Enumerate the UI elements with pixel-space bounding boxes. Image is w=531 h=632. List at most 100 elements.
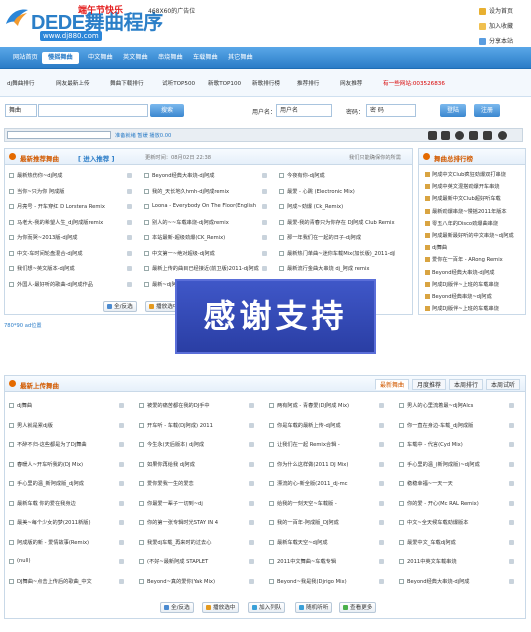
song-link[interactable]: 最新车载 你的爱在我身边 xyxy=(17,500,117,507)
song-checkbox[interactable] xyxy=(399,559,404,564)
song-checkbox[interactable] xyxy=(399,481,404,486)
add-song-icon[interactable] xyxy=(119,520,124,525)
add-song-icon[interactable] xyxy=(509,559,514,564)
song-checkbox[interactable] xyxy=(9,235,14,240)
ranking-item[interactable]: Beyond经典串烧~dj阿成 xyxy=(425,293,529,300)
song-checkbox[interactable] xyxy=(139,461,144,467)
song-link[interactable]: 别人的~~车载串烧-dj阿成remix xyxy=(152,219,260,226)
song-checkbox[interactable] xyxy=(139,442,144,447)
subnav-latest-upload[interactable]: 网友最新上传 xyxy=(56,79,90,87)
song-checkbox[interactable] xyxy=(399,442,404,447)
add-favorite-link[interactable]: 加入收藏 xyxy=(479,21,513,30)
song-link[interactable]: 手心里的温_(新阿成版)~dj阿成 xyxy=(407,461,507,468)
ranking-item[interactable]: 阿成中文Club疯狂劲爆双打串烧 xyxy=(425,171,529,178)
song-checkbox[interactable] xyxy=(399,461,404,467)
subnav-recommend-rank[interactable]: 推荐排行 xyxy=(297,79,319,87)
song-link[interactable]: 最爱中文_车载dj阿成 xyxy=(407,539,507,546)
add-to-queue-button[interactable]: 加入列队 xyxy=(248,602,286,613)
add-song-icon[interactable] xyxy=(509,442,514,447)
song-checkbox[interactable] xyxy=(144,188,149,194)
ranking-item[interactable]: 阿成最新中文Club超好听车载 xyxy=(425,195,529,202)
song-link[interactable]: 被爱的痛苦都在我的DJ手中 xyxy=(147,402,247,409)
song-link[interactable]: 阿成~劲爆 (Ck_Remix) xyxy=(287,203,395,210)
add-song-icon[interactable] xyxy=(379,461,384,467)
song-link[interactable]: 最新热伤你~dj阿成 xyxy=(17,172,125,179)
add-song-icon[interactable] xyxy=(262,250,267,256)
subnav-user-recommend[interactable]: 网友推荐 xyxy=(340,79,362,87)
song-link[interactable]: 最爱-我的青春只为你存在 DJ阿成 Club Remix xyxy=(287,219,395,226)
add-song-icon[interactable] xyxy=(509,403,514,408)
song-checkbox[interactable] xyxy=(279,219,284,225)
add-song-icon[interactable] xyxy=(119,461,124,467)
tab-monthly[interactable]: 月度推荐 xyxy=(412,379,447,390)
song-checkbox[interactable] xyxy=(139,403,144,408)
add-song-icon[interactable] xyxy=(249,481,254,486)
song-checkbox[interactable] xyxy=(139,520,144,525)
song-link[interactable]: 我的_天长地久hmh-dj阿成remix xyxy=(152,188,260,195)
song-checkbox[interactable] xyxy=(9,559,14,564)
song-link[interactable]: dj舞曲 xyxy=(17,402,117,409)
song-link[interactable]: 那一年我们在一起的日子-dj阿成 xyxy=(287,234,395,241)
song-checkbox[interactable] xyxy=(139,422,144,428)
song-link[interactable]: 最新流行金曲大串烧 dj_阿成 remix xyxy=(287,265,395,272)
song-link[interactable]: 我们想~英文版本-dj阿成 xyxy=(17,265,125,272)
song-checkbox[interactable] xyxy=(269,461,274,467)
add-song-icon[interactable] xyxy=(249,578,254,584)
song-checkbox[interactable] xyxy=(9,173,14,178)
song-link[interactable]: 春暖人~开车听我的(DJ Mix) xyxy=(17,461,117,468)
song-checkbox[interactable] xyxy=(9,281,14,287)
song-checkbox[interactable] xyxy=(279,250,284,256)
song-checkbox[interactable] xyxy=(144,281,149,287)
nav-chinese[interactable]: 中文舞曲 xyxy=(82,52,119,64)
add-song-icon[interactable] xyxy=(509,422,514,428)
song-checkbox[interactable] xyxy=(139,559,144,564)
mute-icon[interactable] xyxy=(483,131,492,140)
song-link[interactable]: 最新上传的曲目已经接近(前卫版)2011-dj阿成 xyxy=(152,265,260,272)
song-checkbox[interactable] xyxy=(9,442,14,447)
add-song-icon[interactable] xyxy=(249,442,254,447)
add-song-icon[interactable] xyxy=(119,481,124,486)
song-link[interactable]: 如果你再给我 dj阿成 xyxy=(147,461,247,468)
add-song-icon[interactable] xyxy=(262,188,267,194)
song-checkbox[interactable] xyxy=(279,204,284,209)
song-link[interactable]: 2011中文舞曲~车载专辑 xyxy=(277,558,377,565)
ranking-item[interactable]: Beyond经典大串烧-dj阿成 xyxy=(425,269,529,276)
song-checkbox[interactable] xyxy=(139,539,144,545)
add-song-icon[interactable] xyxy=(119,403,124,408)
add-song-icon[interactable] xyxy=(509,500,514,506)
add-song-icon[interactable] xyxy=(249,461,254,467)
tab-weekly-rank[interactable]: 本周排行 xyxy=(449,379,484,390)
song-checkbox[interactable] xyxy=(399,422,404,428)
add-song-icon[interactable] xyxy=(379,422,384,428)
song-link[interactable]: 让我们在一起 Remix合辑 - xyxy=(277,441,377,448)
password-field[interactable]: 密 码 xyxy=(366,104,416,117)
song-link[interactable]: Beyond经典大串烧-dj阿成 xyxy=(152,172,260,179)
song-checkbox[interactable] xyxy=(399,500,404,506)
song-checkbox[interactable] xyxy=(269,559,274,564)
song-checkbox[interactable] xyxy=(399,520,404,525)
stop-icon[interactable] xyxy=(428,131,437,140)
add-song-icon[interactable] xyxy=(509,578,514,584)
subnav-top100[interactable]: 新歌TOP100 xyxy=(208,79,241,87)
song-checkbox[interactable] xyxy=(279,173,284,178)
song-link[interactable]: 你的爱 - 开心(Mc RAL Remix) xyxy=(407,500,507,507)
add-song-icon[interactable] xyxy=(379,539,384,545)
song-link[interactable]: 手心里的温_新阿成版_dj阿成 xyxy=(17,480,117,487)
nav-other[interactable]: 其它舞曲 xyxy=(222,52,259,64)
add-song-icon[interactable] xyxy=(509,539,514,545)
add-song-icon[interactable] xyxy=(119,500,124,506)
ranking-item[interactable]: 阿成DJ版伴~上班的车载串烧 xyxy=(425,305,529,312)
username-field[interactable]: 用户名 xyxy=(276,104,332,117)
ranking-item[interactable]: dj舞曲 xyxy=(425,244,529,251)
add-song-icon[interactable] xyxy=(379,442,384,447)
add-song-icon[interactable] xyxy=(379,481,384,486)
latest-play-selected-button[interactable]: 播放选中 xyxy=(202,602,240,613)
add-song-icon[interactable] xyxy=(119,442,124,447)
add-song-icon[interactable] xyxy=(249,422,254,428)
song-link[interactable]: 外国人-最好听的歌曲-dj阿成作品 xyxy=(17,281,125,288)
song-checkbox[interactable] xyxy=(9,422,14,428)
add-song-icon[interactable] xyxy=(127,235,132,240)
song-checkbox[interactable] xyxy=(144,204,149,209)
add-song-icon[interactable] xyxy=(249,500,254,506)
add-song-icon[interactable] xyxy=(379,403,384,408)
